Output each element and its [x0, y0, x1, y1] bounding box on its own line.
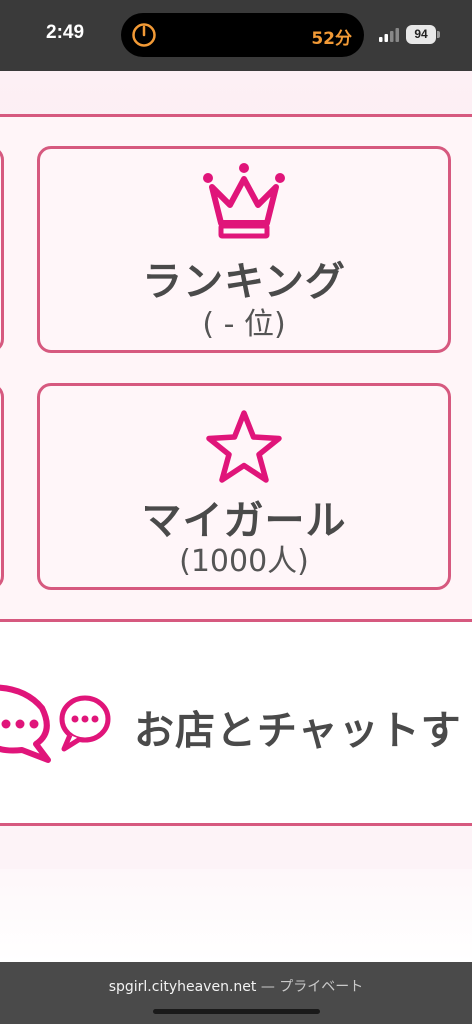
ranking-card[interactable]: ランキング ( - 位) — [37, 146, 451, 353]
timer-icon — [132, 23, 156, 47]
page-background-strip — [0, 829, 472, 869]
timer-label: 52分 — [311, 29, 352, 49]
browser-address-bar[interactable]: spgirl.cityheaven.net — プライベート — [0, 962, 472, 1024]
crown-icon — [203, 163, 285, 239]
battery-icon: 94 — [406, 25, 436, 44]
partial-menu-card[interactable] — [0, 383, 4, 590]
my-girl-count: (1000人) — [179, 544, 309, 579]
private-mode-label: プライベート — [279, 979, 364, 995]
home-indicator[interactable] — [153, 1009, 320, 1014]
status-bar: 2:49 52分 94 — [0, 0, 472, 71]
chat-bubble-icon — [0, 684, 51, 763]
battery-cap — [437, 31, 440, 38]
url-separator: — — [256, 979, 280, 995]
partial-menu-card[interactable] — [0, 146, 4, 353]
url-line[interactable]: spgirl.cityheaven.net — プライベート — [0, 976, 472, 996]
shop-chat-button[interactable]: お店とチャットす — [0, 619, 472, 826]
web-page: ランキング ( - 位) マイガール (1000人) お店とチャットす — [0, 71, 472, 962]
my-girl-card[interactable]: マイガール (1000人) — [37, 383, 451, 590]
cellular-signal-icon — [379, 28, 399, 42]
star-icon — [206, 410, 282, 483]
shop-chat-label: お店とチャットす — [134, 708, 462, 754]
url-domain: spgirl.cityheaven.net — [108, 979, 257, 995]
dynamic-island[interactable]: 52分 — [121, 13, 364, 57]
ranking-position: ( - 位) — [202, 307, 286, 342]
status-time: 2:49 — [46, 22, 85, 43]
chat-bubble-icon — [59, 695, 111, 752]
